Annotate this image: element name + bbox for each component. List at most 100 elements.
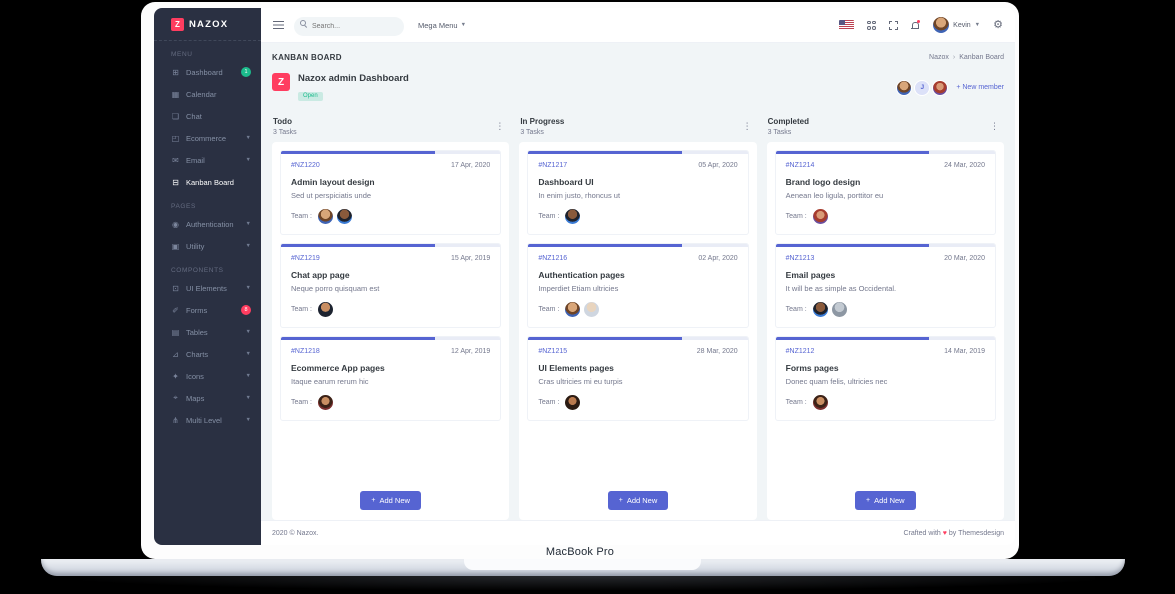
sidebar: Z NAZOX MENU ⊞ Dashboard 1 ▦ Calendar ❏ Chat ◰ Ec… bbox=[154, 8, 261, 545]
column-menu-icon[interactable]: ⋮ bbox=[492, 121, 507, 132]
member-avatar[interactable]: J bbox=[914, 79, 931, 96]
chevron-down-icon: ▼ bbox=[245, 221, 251, 227]
task-team: Team : bbox=[786, 209, 985, 224]
task-id-link[interactable]: #NZ1212 bbox=[786, 348, 815, 355]
task-id-link[interactable]: #NZ1214 bbox=[786, 162, 815, 169]
add-new-button[interactable]: + Add New bbox=[360, 491, 421, 510]
team-label: Team : bbox=[785, 399, 807, 406]
charts-icon: ⊿ bbox=[172, 349, 179, 359]
add-new-area: + Add New bbox=[775, 485, 996, 512]
team-label: Team : bbox=[291, 306, 313, 313]
task-id-link[interactable]: #NZ1216 bbox=[538, 255, 567, 262]
task-card[interactable]: #NZ1216 02 Apr, 2020 Authentication pages I… bbox=[527, 243, 749, 328]
task-description: Itaque earum rerum hic bbox=[291, 377, 369, 386]
mega-menu-button[interactable]: Mega Menu ▼ bbox=[418, 21, 466, 30]
task-description: Aenean leo ligula, porttitor eu bbox=[785, 191, 884, 200]
chevron-down-icon: ▼ bbox=[245, 373, 251, 379]
board-header: Z Nazox admin Dashboard Open J + New mem… bbox=[272, 73, 1004, 102]
column-menu-icon[interactable]: ⋮ bbox=[740, 121, 755, 132]
board-title: Nazox admin Dashboard bbox=[298, 73, 409, 84]
team-label: Team : bbox=[538, 306, 560, 313]
task-card[interactable]: #NZ1218 12 Apr, 2019 Ecommerce App pages It… bbox=[280, 336, 502, 421]
topbar: Mega Menu ▼ Kevin ▼ ⚙ bbox=[261, 8, 1015, 43]
task-id-link[interactable]: #NZ1220 bbox=[291, 162, 320, 169]
column-header-text: In Progress 3 Tasks bbox=[520, 117, 564, 136]
chevron-down-icon: ▼ bbox=[245, 243, 251, 249]
task-team: Team : bbox=[291, 302, 490, 317]
sidebar-item-ui-elements[interactable]: ⊡ UI Elements ▼ bbox=[154, 277, 261, 299]
sidebar-item-maps[interactable]: ⌖ Maps ▼ bbox=[154, 387, 261, 409]
task-id-link[interactable]: #NZ1213 bbox=[786, 255, 815, 262]
page-content: KANBAN BOARD Nazox › Kanban Board Z Nazo… bbox=[261, 43, 1015, 520]
task-team: Team : bbox=[786, 395, 985, 410]
task-team: Team : bbox=[786, 302, 985, 317]
add-new-button[interactable]: + Add New bbox=[855, 491, 916, 510]
task-card[interactable]: #NZ1212 14 Mar, 2019 Forms pages Donec quam… bbox=[774, 336, 996, 421]
sidebar-item-ecommerce[interactable]: ◰ Ecommerce ▼ bbox=[154, 127, 261, 149]
team-avatars bbox=[812, 209, 828, 224]
app-footer: 2020 © Nazox. Crafted with ♥ by Themesde… bbox=[261, 520, 1015, 545]
sidebar-item-kanban-board[interactable]: ⊟ Kanban Board bbox=[154, 171, 261, 193]
task-card[interactable]: #NZ1217 05 Apr, 2020 Dashboard UI In enim j… bbox=[527, 150, 749, 235]
column-header: In Progress 3 Tasks ⋮ bbox=[519, 115, 756, 142]
team-label: Team : bbox=[785, 213, 807, 220]
fullscreen-icon[interactable] bbox=[889, 20, 899, 30]
add-new-button[interactable]: + Add New bbox=[607, 491, 669, 510]
breadcrumb-link-nazox[interactable]: Nazox bbox=[929, 54, 949, 61]
sidebar-item-email[interactable]: ✉ Email ▼ bbox=[154, 149, 261, 171]
team-avatars bbox=[318, 209, 353, 224]
sidebar-item-label: Charts bbox=[186, 349, 209, 359]
apps-grid-icon[interactable] bbox=[867, 20, 877, 30]
settings-gear-icon[interactable]: ⚙ bbox=[993, 19, 1003, 31]
sidebar-section-label: PAGES bbox=[171, 203, 196, 210]
sidebar-item-utility[interactable]: ▣ Utility ▼ bbox=[154, 235, 261, 257]
sidebar-item-authentication[interactable]: ◉ Authentication ▼ bbox=[154, 213, 261, 235]
task-description: Sed ut perspiciatis unde bbox=[291, 191, 372, 200]
task-title: Brand logo design bbox=[785, 177, 861, 187]
task-id-link[interactable]: #NZ1218 bbox=[291, 348, 320, 355]
search-input[interactable] bbox=[294, 16, 404, 36]
chevron-down-icon: ▼ bbox=[245, 417, 251, 423]
chevron-down-icon: ▼ bbox=[460, 22, 467, 28]
member-avatar[interactable] bbox=[896, 79, 913, 96]
member-avatar[interactable] bbox=[932, 79, 949, 96]
footer-credit[interactable]: Crafted with ♥ by Themesdesign bbox=[903, 530, 1004, 537]
task-date: 24 Mar, 2020 bbox=[944, 162, 985, 169]
sidebar-item-tables[interactable]: ▤ Tables ▼ bbox=[154, 321, 261, 343]
task-card[interactable]: #NZ1214 24 Mar, 2020 Brand logo design Aene… bbox=[774, 150, 996, 235]
sidebar-item-forms[interactable]: ✐ Forms 8 bbox=[154, 299, 261, 321]
sidebar-item-dashboard[interactable]: ⊞ Dashboard 1 bbox=[154, 61, 261, 83]
board-header-left: Z Nazox admin Dashboard Open bbox=[272, 73, 409, 102]
task-card[interactable]: #NZ1215 28 Mar, 2020 UI Elements pages Cras… bbox=[527, 336, 749, 421]
team-label: Team : bbox=[291, 213, 313, 220]
task-card[interactable]: #NZ1220 17 Apr, 2020 Admin layout design Se… bbox=[280, 150, 502, 235]
sidebar-item-multi-level[interactable]: ⋔ Multi Level ▼ bbox=[154, 409, 261, 431]
dashboard-icon: ⊞ bbox=[172, 67, 179, 77]
language-flag-icon[interactable] bbox=[839, 20, 855, 30]
sidebar-item-calendar[interactable]: ▦ Calendar bbox=[154, 83, 261, 105]
task-date: 20 Mar, 2020 bbox=[944, 255, 985, 262]
sidebar-item-chat[interactable]: ❏ Chat bbox=[154, 105, 261, 127]
forms-icon: ✐ bbox=[172, 305, 179, 315]
app-logo[interactable]: Z NAZOX bbox=[154, 8, 261, 41]
user-menu[interactable]: Kevin ▼ bbox=[933, 17, 980, 33]
column-menu-icon[interactable]: ⋮ bbox=[987, 121, 1002, 132]
task-card[interactable]: #NZ1219 15 Apr, 2019 Chat app page Neque po… bbox=[280, 243, 502, 328]
sidebar-item-icons[interactable]: ✦ Icons ▼ bbox=[154, 365, 261, 387]
task-date: 15 Apr, 2019 bbox=[451, 255, 491, 262]
sidebar-item-charts[interactable]: ⊿ Charts ▼ bbox=[154, 343, 261, 365]
task-id-link[interactable]: #NZ1219 bbox=[291, 255, 320, 262]
column-header: Completed 3 Tasks ⋮ bbox=[767, 115, 1004, 142]
task-team: Team : bbox=[291, 395, 490, 410]
search-box bbox=[294, 15, 404, 36]
new-member-button[interactable]: + New member bbox=[956, 84, 1004, 91]
column-task-count: 3 Tasks bbox=[767, 129, 792, 136]
task-card[interactable]: #NZ1213 20 Mar, 2020 Email pages It will be… bbox=[774, 243, 996, 328]
task-id-link[interactable]: #NZ1215 bbox=[538, 348, 567, 355]
macbook-screen: Z NAZOX MENU ⊞ Dashboard 1 ▦ Calendar ❏ Chat ◰ Ec… bbox=[141, 2, 1019, 559]
hamburger-menu-icon[interactable] bbox=[273, 21, 284, 29]
task-id-link[interactable]: #NZ1217 bbox=[538, 162, 567, 169]
task-description: In enim justo, rhoncus ut bbox=[538, 191, 621, 200]
notifications-bell-icon[interactable] bbox=[911, 20, 921, 30]
sidebar-item-label: Icons bbox=[186, 371, 204, 381]
